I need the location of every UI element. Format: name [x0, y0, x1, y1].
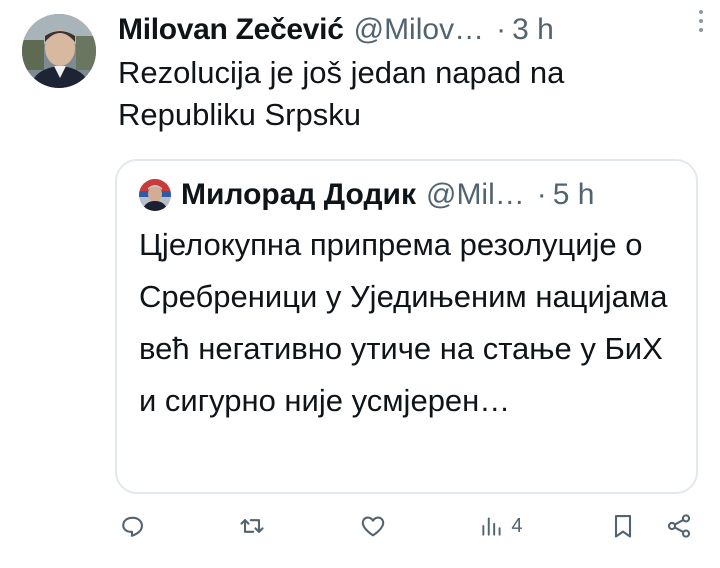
- avatar-photo: [22, 14, 96, 88]
- dot-1: [699, 10, 703, 14]
- dot-2: [699, 19, 703, 23]
- heart-icon: [361, 516, 385, 537]
- author-name[interactable]: Milovan Zečević: [118, 13, 344, 47]
- quoted-author-handle: @Mil…: [425, 178, 525, 211]
- views-count: 4: [511, 514, 523, 537]
- share-icon: [667, 514, 691, 538]
- tweet-header: Milovan Zečević @Milov… · 3 h: [118, 10, 700, 50]
- views-button[interactable]: 4: [479, 513, 523, 539]
- quoted-tweet-header: Милорад Додик @Mil… · 5 h: [181, 175, 678, 215]
- more-dots-icon[interactable]: [688, 4, 714, 38]
- quoted-author-name: Милорад Додик: [181, 178, 416, 211]
- quoted-separator-dot: ·: [536, 178, 547, 211]
- quoted-tweet-time: 5 h: [552, 178, 595, 211]
- author-handle[interactable]: @Milov…: [354, 13, 484, 47]
- tweet-time[interactable]: 3 h: [512, 13, 554, 47]
- retweet-button[interactable]: [238, 512, 272, 540]
- like-button[interactable]: [359, 512, 393, 540]
- tweet-text: Rezolucija je još jedan napad na Republi…: [118, 55, 565, 132]
- reply-button[interactable]: [118, 512, 152, 540]
- quoted-tweet[interactable]: Милорад Додик @Mil… · 5 h Цјелокупна при…: [115, 159, 698, 494]
- action-bar: 4: [118, 506, 693, 546]
- quoted-avatar: [139, 179, 171, 211]
- dot-3: [699, 28, 703, 32]
- retweet-icon: [240, 519, 265, 533]
- action-right-group: [609, 512, 693, 540]
- quoted-tweet-text: Цјелокупна припрема резолуције о Сребрен…: [139, 227, 668, 418]
- share-button[interactable]: [665, 512, 693, 540]
- bookmark-button[interactable]: [609, 512, 637, 540]
- avatar[interactable]: [22, 14, 96, 88]
- bookmark-icon: [614, 515, 632, 538]
- views-icon: [482, 517, 501, 536]
- separator-dot: ·: [496, 13, 507, 46]
- quoted-avatar-photo: [139, 179, 171, 211]
- reply-icon: [122, 516, 143, 537]
